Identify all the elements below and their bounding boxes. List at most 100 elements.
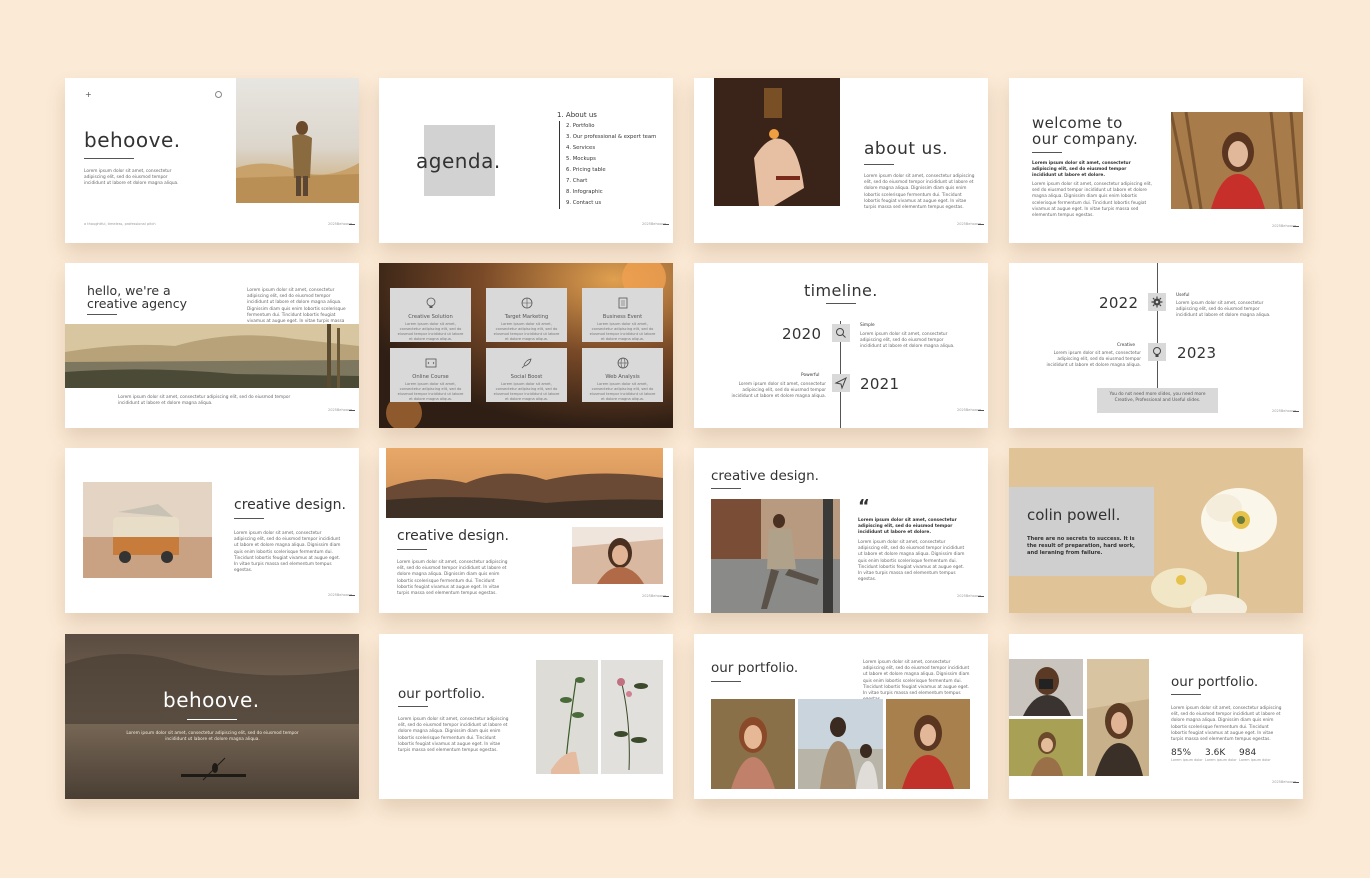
camera-woman-photo xyxy=(1009,659,1083,716)
slide-body-bottom: Lorem ipsum dolor sit amet, consectetur … xyxy=(118,395,291,407)
quote-text: There are no secrets to success. It is t… xyxy=(1027,536,1136,556)
slide-body: Lorem ipsum dolor sit amet, consectetur … xyxy=(126,731,299,743)
lake-kayak-image xyxy=(65,634,359,799)
slide-welcome[interactable]: welcome to our company. Lorem ipsum dolo… xyxy=(1009,78,1303,243)
grass-woman-photo xyxy=(1087,659,1149,776)
plant-in-hand-photo xyxy=(536,660,598,774)
portfolio-photo-3 xyxy=(886,699,970,789)
slide-timeline-2[interactable]: 2022 Useful Lorem ipsum dolor sit amet, … xyxy=(1009,263,1303,428)
agenda-item[interactable]: 6. Pricing table xyxy=(566,165,667,176)
slide-body: Lorem ipsum dolor sit amet, consectetur … xyxy=(1171,706,1282,743)
slide-bold-text: Lorem ipsum dolor sit amet, consectetur … xyxy=(858,518,957,536)
slide-portfolio-stats[interactable]: our portfolio. Lorem ipsum dolor sit ame… xyxy=(1009,634,1303,799)
portfolio-photo-2 xyxy=(798,699,883,789)
timeline-label: Useful xyxy=(1176,293,1190,298)
stat-value: 3.6K xyxy=(1205,748,1226,758)
timeline-label: Simple xyxy=(860,323,875,328)
slide-title: colin powell. xyxy=(1027,506,1121,524)
slide-about-us[interactable]: about us. Lorem ipsum dolor sit amet, co… xyxy=(694,78,988,243)
service-card[interactable]: Business Event Lorem ipsum dolor sit ame… xyxy=(582,288,663,342)
slide-behoove-closing[interactable]: behoove. Lorem ipsum dolor sit amet, con… xyxy=(65,634,359,799)
globe-icon xyxy=(521,297,532,309)
woman-in-cornfield-photo xyxy=(1171,112,1303,209)
mountain-sunset-photo xyxy=(386,448,663,518)
service-card[interactable]: Web Analysis Lorem ipsum dolor sit amet,… xyxy=(582,348,663,402)
lightbulb-icon xyxy=(426,297,435,308)
stat-label: Lorem ipsum dolor xyxy=(1205,758,1237,762)
slide-agenda[interactable]: agenda. 1. About us 2. Portfolio 3. Our … xyxy=(379,78,673,243)
agenda-item[interactable]: 1. About us xyxy=(557,110,667,121)
stat-block: 984 Lorem ipsum dolor xyxy=(1239,748,1271,762)
agenda-item[interactable]: 8. Infographic xyxy=(566,187,667,198)
timeline-body: Lorem ipsum dolor sit amet, consectetur … xyxy=(1176,301,1271,319)
timeline-body: Lorem ipsum dolor sit amet, consectetur … xyxy=(1046,351,1141,369)
slide-body: Lorem ipsum dolor sit amet, consectetur … xyxy=(864,174,975,211)
timeline-year: 2022 xyxy=(1099,294,1139,312)
quote-panel xyxy=(1009,487,1154,576)
slide-portfolio-plants[interactable]: our portfolio. Lorem ipsum dolor sit ame… xyxy=(379,634,673,799)
slide-title: behoove. xyxy=(84,128,181,152)
service-card[interactable]: Target Marketing Lorem ipsum dolor sit a… xyxy=(486,288,567,342)
slide-body: Lorem ipsum dolor sit amet, consectetur … xyxy=(398,717,509,754)
stat-value: 984 xyxy=(1239,748,1257,758)
circle-icon xyxy=(215,91,222,98)
timeline-body: Lorem ipsum dolor sit amet, consectetur … xyxy=(860,332,955,350)
lightbulb-icon xyxy=(1148,343,1166,361)
slide-title: creative design. xyxy=(234,497,346,513)
woman-portrait-photo xyxy=(572,527,663,584)
slide-creative-design-street[interactable]: creative design. “ Lorem ipsum dolor sit… xyxy=(694,448,988,613)
stat-label: Lorem ipsum dolor xyxy=(1171,758,1203,762)
slide-caption: a thoughtful, timeless, professional pit… xyxy=(84,222,156,226)
slide-body: Lorem ipsum dolor sit amet, consectetur … xyxy=(397,560,508,597)
agenda-item[interactable]: 4. Services xyxy=(566,143,667,154)
agenda-item[interactable]: 7. Chart xyxy=(566,176,667,187)
street-pose-photo xyxy=(711,499,840,613)
slide-body: Lorem ipsum dolor sit amet, consectetur … xyxy=(84,169,179,187)
service-card[interactable]: Creative Solution Lorem ipsum dolor sit … xyxy=(390,288,471,342)
slide-portfolio-gallery[interactable]: our portfolio. Lorem ipsum dolor sit ame… xyxy=(694,634,988,799)
quote-mark: “ xyxy=(858,496,870,517)
slide-title: our portfolio. xyxy=(398,686,486,702)
slide-title-line2: creative agency xyxy=(87,296,187,311)
slide-creative-design-mountains[interactable]: creative design. Lorem ipsum dolor sit a… xyxy=(379,448,673,613)
slide-body: Lorem ipsum dolor sit amet, consectetur … xyxy=(1032,182,1152,219)
timeline-label: Powerful xyxy=(801,373,820,378)
agenda-item[interactable]: 2. Portfolio xyxy=(566,121,667,132)
slide-title: creative design. xyxy=(397,528,509,544)
agenda-item[interactable]: 9. Contact us xyxy=(566,198,667,209)
hand-holding-light-photo xyxy=(714,78,840,206)
agenda-item[interactable]: 5. Mockups xyxy=(566,154,667,165)
slide-body: Lorem ipsum dolor sit amet, consectetur … xyxy=(863,660,970,702)
slide-body: Lorem ipsum dolor sit amet, consectetur … xyxy=(234,531,341,574)
portfolio-photo-1 xyxy=(711,699,795,789)
plus-icon: + xyxy=(85,90,92,99)
timeline-year: 2020 xyxy=(782,325,822,343)
slide-quote-colin-powell[interactable]: colin powell. There are no secrets to su… xyxy=(1009,448,1303,613)
stat-block: 85% Lorem ipsum dolor xyxy=(1171,748,1203,762)
woman-in-field-photo xyxy=(236,78,359,203)
code-icon xyxy=(425,358,436,368)
service-card[interactable]: Online Course Lorem ipsum dolor sit amet… xyxy=(390,348,471,402)
search-icon xyxy=(832,324,850,342)
stat-label: Lorem ipsum dolor xyxy=(1239,758,1271,762)
timeline-note-box: You do not need more slides, you need mo… xyxy=(1097,388,1218,413)
slide-creative-agency[interactable]: hello, we're a creative agency Lorem ips… xyxy=(65,263,359,428)
vintage-van-photo xyxy=(83,482,212,578)
slide-title-line2: our company. xyxy=(1032,130,1139,148)
agenda-list: 1. About us 2. Portfolio 3. Our professi… xyxy=(557,110,667,209)
service-card[interactable]: Social Boost Lorem ipsum dolor sit amet,… xyxy=(486,348,567,402)
timeline-year: 2023 xyxy=(1177,344,1217,362)
slide-timeline[interactable]: timeline. 2020 Simple Lorem ipsum dolor … xyxy=(694,263,988,428)
stat-block: 3.6K Lorem ipsum dolor xyxy=(1205,748,1237,762)
rocket-icon xyxy=(521,358,532,369)
slide-title: our portfolio. xyxy=(711,660,799,676)
slide-title-behoove[interactable]: + behoove. Lorem ipsum dolor sit amet, c… xyxy=(65,78,359,243)
slide-creative-design-van[interactable]: creative design. Lorem ipsum dolor sit a… xyxy=(65,448,359,613)
coastal-painting-photo xyxy=(65,324,359,388)
slide-title: timeline. xyxy=(804,281,878,300)
slide-services[interactable]: Creative Solution Lorem ipsum dolor sit … xyxy=(379,263,673,428)
slide-title: agenda. xyxy=(416,149,501,173)
slide-title: creative design. xyxy=(711,468,819,484)
agenda-item[interactable]: 3. Our professional & expert team xyxy=(566,132,667,143)
slide-bold-text: Lorem ipsum dolor sit amet, consectetur … xyxy=(1032,161,1131,179)
